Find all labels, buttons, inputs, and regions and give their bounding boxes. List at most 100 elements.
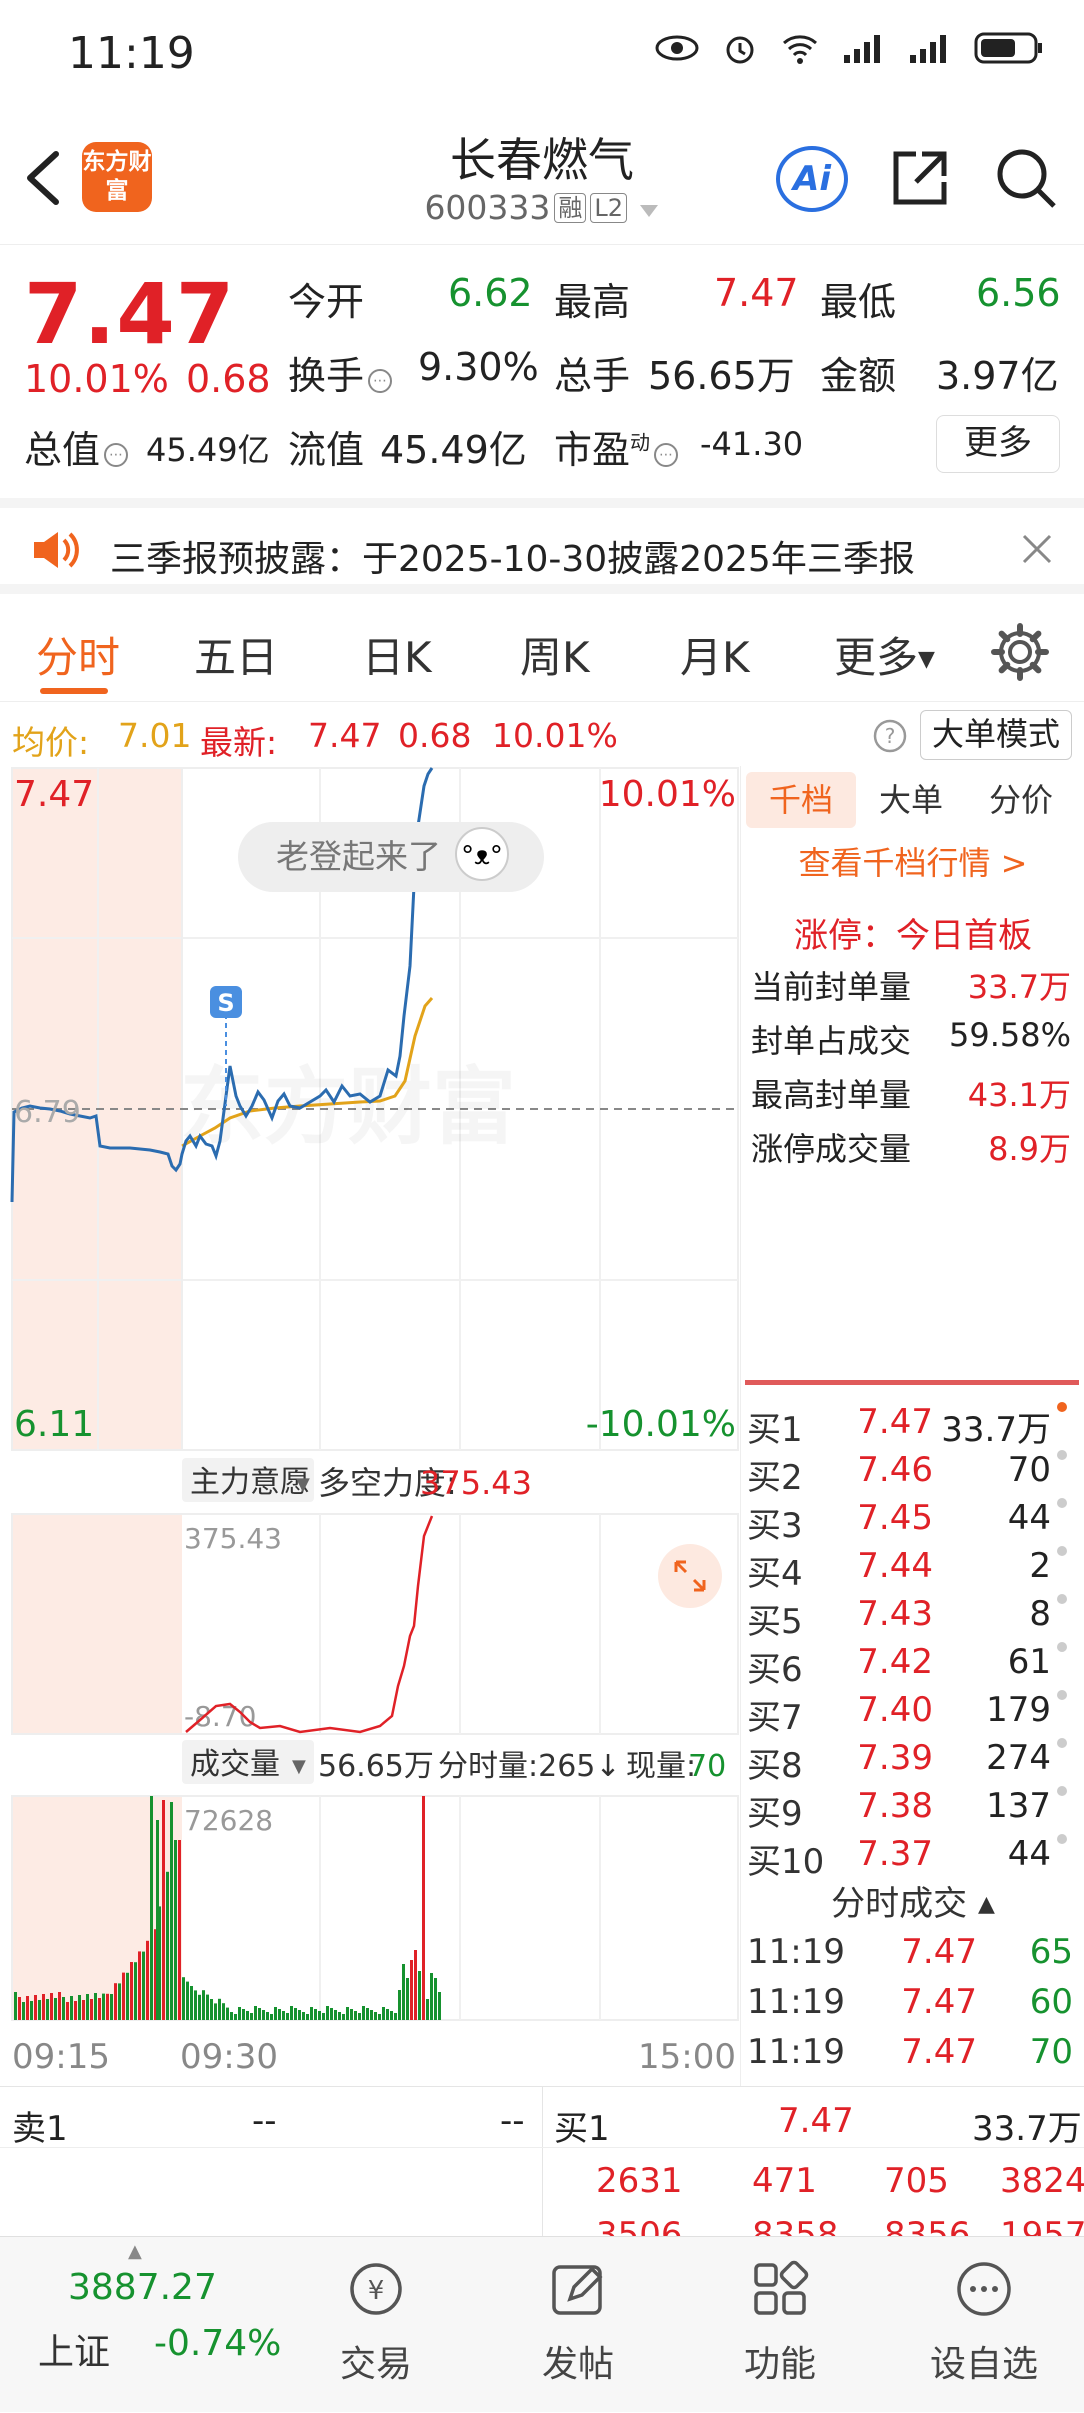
buy1-label: 买1 [554,2109,610,2149]
queue-cell: 2631 [596,2161,683,2201]
volume-bar [106,1993,109,2020]
volume-bar [150,1796,153,2020]
time-start: 09:15 [12,2037,110,2077]
tab-week-k[interactable]: 周K [520,624,590,685]
bid-price: 7.42 [857,1642,933,1682]
tab-more[interactable]: 更多▼ [834,624,935,685]
bid-row[interactable]: 买8 7.39 274 [747,1738,1077,1786]
volume-bar [274,2007,277,2020]
bid-dot [1057,1738,1067,1748]
signal2-icon [910,35,946,63]
trade-icon: ¥ [350,2263,402,2315]
volume-bar [282,2011,285,2020]
volume-bar [162,1800,165,2020]
bid-row[interactable]: 买4 7.44 2 [747,1546,1077,1594]
volume-bar [266,2012,269,2020]
bid-dot [1057,1786,1067,1796]
nav-trade-label: 交易 [339,2344,412,2385]
volume-bar [330,2008,333,2020]
sell1-vol: -- [500,2101,525,2141]
help-icon[interactable]: ? [872,718,908,754]
bid-row[interactable]: 买7 7.40 179 [747,1690,1077,1738]
nav-add-watchlist[interactable]: 设自选 [904,2237,1064,2387]
notice-bar[interactable]: 三季报预披露：于2025-10-30披露2025年三季报 [0,498,1084,594]
avg-value: 7.01 [118,716,192,755]
expand-button [658,1544,722,1608]
info-icon: ⋯ [104,443,129,467]
bid-row[interactable]: 买5 7.43 8 [747,1594,1077,1642]
bid-row[interactable]: 买3 7.45 44 [747,1498,1077,1546]
volume-bar [210,1999,213,2020]
index-value: 3887.27 [68,2267,217,2308]
bid-price: 7.37 [857,1834,933,1874]
share-icon[interactable] [888,146,952,210]
volume-bar [206,1994,209,2020]
bid-dot [1057,1402,1067,1412]
bid-row[interactable]: 买6 7.42 61 [747,1642,1077,1690]
tab-price-dist[interactable]: 分价 [966,772,1076,828]
volume-bar [214,2003,217,2020]
turnover-label: 换手 ⋯ [288,345,396,400]
buy1-vol: 33.7万 [972,2109,1082,2149]
bid-vol: 33.7万 [941,1410,1051,1450]
nav-trade[interactable]: ¥ 交易 [296,2237,456,2387]
tick-time: 11:19 [747,1932,845,1972]
ai-button[interactable]: Ai [776,146,848,212]
bid-row[interactable]: 买10 7.37 44 [747,1834,1077,1882]
bid-price: 7.38 [857,1786,933,1826]
intraday-chart[interactable]: 东方财富 S 老登起来了 °ᴥ° 7.47 10.01% 6.79 6.11 -… [0,766,740,2086]
nav-functions[interactable]: 功能 [700,2237,860,2387]
tab-five-day[interactable]: 五日 [194,624,278,685]
volume-bar [238,2007,241,2020]
info-icon: ⋯ [654,443,679,467]
bid-label: 买7 [747,1698,803,1738]
bid-dot [1057,1594,1067,1604]
search-icon[interactable] [994,146,1058,210]
order-bar: 卖1 -- -- 买1 7.47 33.7万 2631 471 705 3824… [0,2086,1084,2255]
volume-bar [62,1997,65,2020]
volume-bar [302,2012,305,2020]
volume-bar [370,2010,373,2020]
max-seal-row: 最高封单量 43.1万 [751,1076,1071,1114]
volume-bar [58,1992,61,2020]
level2-tag: L2 [590,193,628,223]
volume-bar [142,1951,145,2020]
volume-bar [262,2010,265,2020]
bid-row[interactable]: 买1 7.47 33.7万 [747,1402,1077,1450]
nav-post[interactable]: 发帖 [498,2237,658,2387]
view-levels-link[interactable]: 查看千档行情 > [741,838,1084,884]
volume-bar [414,1950,417,2020]
volume-bar [22,2002,25,2020]
bid-label: 买6 [747,1650,803,1690]
tab-intraday[interactable]: 分时 [36,624,120,685]
volume-bar [246,2011,249,2020]
tab-day-k[interactable]: 日K [362,624,432,685]
ai-label: Ai [793,159,831,199]
volume-bar [306,2014,309,2020]
tab-thousand-levels[interactable]: 千档 [746,772,856,828]
volume-bar [242,2009,245,2020]
volume-bar [226,2007,229,2020]
order-book-divider [745,1380,1079,1385]
svg-text:▼: ▼ [292,1756,306,1777]
tab-month-k[interactable]: 月K [680,624,750,685]
low-label: 最低 [820,280,897,324]
index-widget[interactable]: ▲ 3887.27 上证 -0.74% [0,2237,281,2413]
big-order-mode-button[interactable]: 大单模式 [920,710,1072,760]
volume-bar [126,1972,129,2020]
volume-bar [54,1998,57,2020]
time-open: 09:30 [180,2037,278,2077]
dropdown-triangle-icon [639,205,658,217]
close-icon[interactable] [1020,532,1054,566]
tab-big-orders[interactable]: 大单 [856,772,966,828]
more-button[interactable]: 更多 [936,415,1060,473]
volume-bar [174,1840,177,2020]
bid-row[interactable]: 买9 7.38 137 [747,1786,1077,1834]
svg-text:°ᴥ°: °ᴥ° [461,841,503,871]
ticks-title[interactable]: 分时成交 ▲ [741,1876,1084,1925]
edit-icon [552,2265,603,2315]
volume-bar [418,1971,421,2020]
bid-row[interactable]: 买2 7.46 70 [747,1450,1077,1498]
gear-icon[interactable] [990,622,1050,682]
open-value: 6.62 [448,271,533,315]
